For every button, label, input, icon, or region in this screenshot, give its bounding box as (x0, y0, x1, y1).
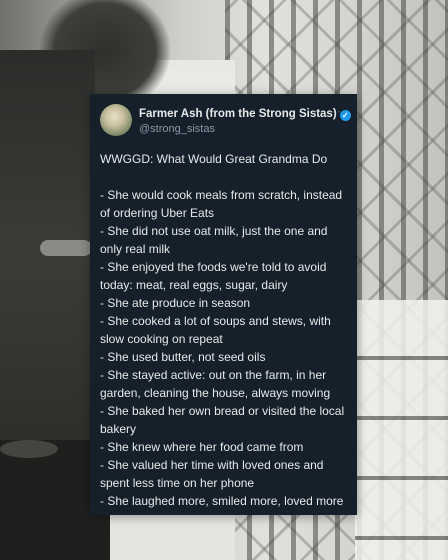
tweet-text-line (100, 168, 352, 186)
tweet-text-line: - She used butter, not seed oils (100, 350, 266, 364)
tweet-text-line: garden, cleaning the house, always movin… (100, 386, 331, 400)
tweet-text-line: - She would cook meals from scratch, ins… (100, 188, 343, 202)
avatar[interactable] (100, 104, 132, 136)
tweet-text-line: bakery (100, 422, 137, 436)
tweet-header: Farmer Ash (from the Strong Sistas) ✓ @st… (100, 102, 351, 142)
tweet-text-line: today: meat, real eggs, sugar, dairy (100, 278, 288, 292)
tweet-text-line: - She baked her own bread or visited the… (100, 404, 345, 418)
author-handle[interactable]: @strong_sistas (139, 123, 215, 135)
tweet-text-line: slow cooking on repeat (100, 332, 223, 346)
tweet-text-line: - She cooked a lot of soups and stews, w… (100, 314, 331, 328)
tweet-text-line: only real milk (100, 242, 171, 256)
tweet-text-line: - She ate produce in season (100, 296, 251, 310)
stove-pipe (40, 240, 92, 256)
more-options-icon[interactable]: ··· (332, 104, 347, 118)
tweet-text-line: - She enjoyed the foods we're told to av… (100, 260, 327, 274)
tweet-text-line: - She did not use oat milk, just the one… (100, 224, 328, 238)
tweet-text: WWGGD: What Would Great Grandma Do - She … (100, 150, 352, 510)
display-name[interactable]: Farmer Ash (from the Strong Sistas) (139, 108, 337, 120)
tweet-text-line: - She laughed more, smiled more, loved m… (100, 494, 344, 508)
tweet-text-line: - She knew where her food came from (100, 440, 304, 454)
author-name-row[interactable]: Farmer Ash (from the Strong Sistas) ✓ (139, 108, 351, 121)
window-blinds (355, 300, 448, 560)
tweet-text-line: of ordering Uber Eats (100, 206, 215, 220)
frying-pan (0, 440, 58, 458)
tweet-text-line: spent less time on her phone (100, 476, 255, 490)
tweet-text-line: - She stayed active: out on the farm, in… (100, 368, 327, 382)
tweet-card: Farmer Ash (from the Strong Sistas) ✓ @st… (90, 94, 357, 515)
tweet-text-line: - She valued her time with loved ones an… (100, 458, 324, 472)
tweet-text-line: WWGGD: What Would Great Grandma Do (100, 152, 328, 166)
